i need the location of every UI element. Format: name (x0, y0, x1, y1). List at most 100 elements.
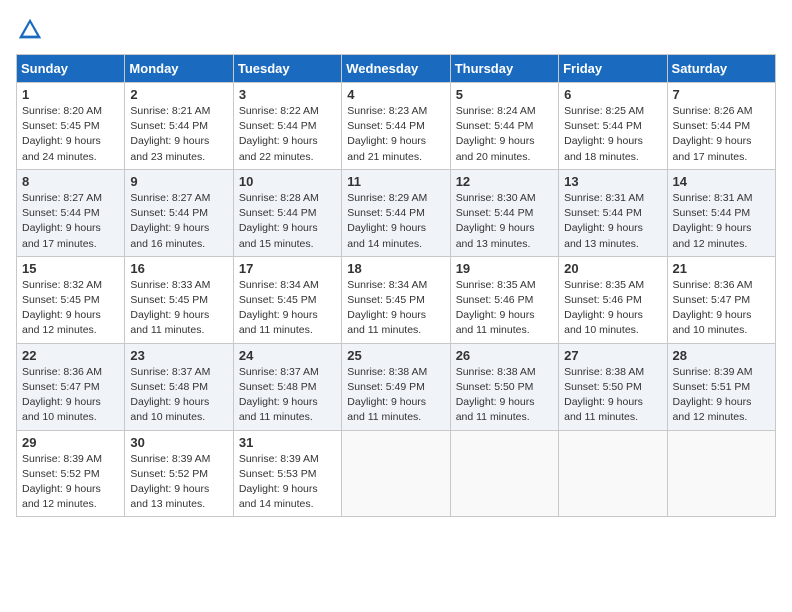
calendar-cell: 15 Sunrise: 8:32 AMSunset: 5:45 PMDayligh… (17, 256, 125, 343)
cell-info: Sunrise: 8:27 AMSunset: 5:44 PMDaylight:… (130, 192, 210, 250)
calendar-cell: 20 Sunrise: 8:35 AMSunset: 5:46 PMDayligh… (559, 256, 667, 343)
cell-info: Sunrise: 8:27 AMSunset: 5:44 PMDaylight:… (22, 192, 102, 250)
cell-info: Sunrise: 8:36 AMSunset: 5:47 PMDaylight:… (22, 366, 102, 424)
col-header-friday: Friday (559, 55, 667, 83)
day-number: 25 (347, 348, 444, 363)
cell-info: Sunrise: 8:31 AMSunset: 5:44 PMDaylight:… (564, 192, 644, 250)
day-number: 12 (456, 174, 553, 189)
cell-info: Sunrise: 8:34 AMSunset: 5:45 PMDaylight:… (239, 279, 319, 337)
day-number: 17 (239, 261, 336, 276)
col-header-wednesday: Wednesday (342, 55, 450, 83)
cell-info: Sunrise: 8:22 AMSunset: 5:44 PMDaylight:… (239, 105, 319, 163)
cell-info: Sunrise: 8:23 AMSunset: 5:44 PMDaylight:… (347, 105, 427, 163)
cell-info: Sunrise: 8:35 AMSunset: 5:46 PMDaylight:… (456, 279, 536, 337)
cell-info: Sunrise: 8:37 AMSunset: 5:48 PMDaylight:… (239, 366, 319, 424)
day-number: 20 (564, 261, 661, 276)
calendar-cell: 16 Sunrise: 8:33 AMSunset: 5:45 PMDayligh… (125, 256, 233, 343)
calendar-week-row: 1 Sunrise: 8:20 AMSunset: 5:45 PMDaylight… (17, 83, 776, 170)
calendar-cell: 31 Sunrise: 8:39 AMSunset: 5:53 PMDayligh… (233, 430, 341, 517)
day-number: 11 (347, 174, 444, 189)
day-number: 15 (22, 261, 119, 276)
cell-info: Sunrise: 8:38 AMSunset: 5:49 PMDaylight:… (347, 366, 427, 424)
cell-info: Sunrise: 8:33 AMSunset: 5:45 PMDaylight:… (130, 279, 210, 337)
calendar-cell: 23 Sunrise: 8:37 AMSunset: 5:48 PMDayligh… (125, 343, 233, 430)
calendar-header-row: SundayMondayTuesdayWednesdayThursdayFrid… (17, 55, 776, 83)
day-number: 23 (130, 348, 227, 363)
calendar-cell: 4 Sunrise: 8:23 AMSunset: 5:44 PMDaylight… (342, 83, 450, 170)
cell-info: Sunrise: 8:21 AMSunset: 5:44 PMDaylight:… (130, 105, 210, 163)
calendar-cell: 26 Sunrise: 8:38 AMSunset: 5:50 PMDayligh… (450, 343, 558, 430)
col-header-thursday: Thursday (450, 55, 558, 83)
cell-info: Sunrise: 8:38 AMSunset: 5:50 PMDaylight:… (456, 366, 536, 424)
calendar-cell: 27 Sunrise: 8:38 AMSunset: 5:50 PMDayligh… (559, 343, 667, 430)
calendar-cell: 10Sunrise: 8:28 AMSunset: 5:44 PMDayligh… (233, 169, 341, 256)
calendar-week-row: 8 Sunrise: 8:27 AMSunset: 5:44 PMDaylight… (17, 169, 776, 256)
cell-info: Sunrise: 8:20 AMSunset: 5:45 PMDaylight:… (22, 105, 102, 163)
calendar-cell: 13 Sunrise: 8:31 AMSunset: 5:44 PMDayligh… (559, 169, 667, 256)
cell-info: Sunrise: 8:26 AMSunset: 5:44 PMDaylight:… (673, 105, 753, 163)
day-number: 30 (130, 435, 227, 450)
day-number: 24 (239, 348, 336, 363)
day-number: 26 (456, 348, 553, 363)
calendar-week-row: 22 Sunrise: 8:36 AMSunset: 5:47 PMDayligh… (17, 343, 776, 430)
col-header-saturday: Saturday (667, 55, 775, 83)
day-number: 13 (564, 174, 661, 189)
cell-info: Sunrise: 8:39 AMSunset: 5:52 PMDaylight:… (130, 453, 210, 511)
cell-info: Sunrise: 8:25 AMSunset: 5:44 PMDaylight:… (564, 105, 644, 163)
calendar-cell: 22 Sunrise: 8:36 AMSunset: 5:47 PMDayligh… (17, 343, 125, 430)
calendar-cell: 12 Sunrise: 8:30 AMSunset: 5:44 PMDayligh… (450, 169, 558, 256)
calendar-cell (450, 430, 558, 517)
calendar-cell: 1 Sunrise: 8:20 AMSunset: 5:45 PMDaylight… (17, 83, 125, 170)
calendar-cell: 5Sunrise: 8:24 AMSunset: 5:44 PMDaylight… (450, 83, 558, 170)
day-number: 8 (22, 174, 119, 189)
calendar-cell: 11 Sunrise: 8:29 AMSunset: 5:44 PMDayligh… (342, 169, 450, 256)
col-header-monday: Monday (125, 55, 233, 83)
calendar-cell: 8 Sunrise: 8:27 AMSunset: 5:44 PMDaylight… (17, 169, 125, 256)
day-number: 19 (456, 261, 553, 276)
day-number: 22 (22, 348, 119, 363)
day-number: 31 (239, 435, 336, 450)
day-number: 4 (347, 87, 444, 102)
day-number: 9 (130, 174, 227, 189)
cell-info: Sunrise: 8:31 AMSunset: 5:44 PMDaylight:… (673, 192, 753, 250)
day-number: 10 (239, 174, 336, 189)
calendar-week-row: 15 Sunrise: 8:32 AMSunset: 5:45 PMDayligh… (17, 256, 776, 343)
day-number: 2 (130, 87, 227, 102)
calendar-cell (667, 430, 775, 517)
calendar-cell (559, 430, 667, 517)
calendar-cell: 21 Sunrise: 8:36 AMSunset: 5:47 PMDayligh… (667, 256, 775, 343)
calendar-cell: 24 Sunrise: 8:37 AMSunset: 5:48 PMDayligh… (233, 343, 341, 430)
calendar-table: SundayMondayTuesdayWednesdayThursdayFrid… (16, 54, 776, 517)
calendar-cell: 3 Sunrise: 8:22 AMSunset: 5:44 PMDaylight… (233, 83, 341, 170)
calendar-cell (342, 430, 450, 517)
logo (16, 16, 50, 44)
calendar-cell: 30 Sunrise: 8:39 AMSunset: 5:52 PMDayligh… (125, 430, 233, 517)
cell-info: Sunrise: 8:36 AMSunset: 5:47 PMDaylight:… (673, 279, 753, 337)
cell-info: Sunrise: 8:39 AMSunset: 5:51 PMDaylight:… (673, 366, 753, 424)
day-number: 21 (673, 261, 770, 276)
cell-info: Sunrise: 8:39 AMSunset: 5:53 PMDaylight:… (239, 453, 319, 511)
calendar-cell: 9 Sunrise: 8:27 AMSunset: 5:44 PMDaylight… (125, 169, 233, 256)
calendar-cell: 14Sunrise: 8:31 AMSunset: 5:44 PMDayligh… (667, 169, 775, 256)
cell-info: Sunrise: 8:29 AMSunset: 5:44 PMDaylight:… (347, 192, 427, 250)
day-number: 3 (239, 87, 336, 102)
calendar-cell: 17 Sunrise: 8:34 AMSunset: 5:45 PMDayligh… (233, 256, 341, 343)
calendar-cell: 18Sunrise: 8:34 AMSunset: 5:45 PMDayligh… (342, 256, 450, 343)
cell-info: Sunrise: 8:32 AMSunset: 5:45 PMDaylight:… (22, 279, 102, 337)
cell-info: Sunrise: 8:37 AMSunset: 5:48 PMDaylight:… (130, 366, 210, 424)
cell-info: Sunrise: 8:38 AMSunset: 5:50 PMDaylight:… (564, 366, 644, 424)
cell-info: Sunrise: 8:35 AMSunset: 5:46 PMDaylight:… (564, 279, 644, 337)
calendar-cell: 2 Sunrise: 8:21 AMSunset: 5:44 PMDaylight… (125, 83, 233, 170)
cell-info: Sunrise: 8:39 AMSunset: 5:52 PMDaylight:… (22, 453, 102, 511)
calendar-cell: 28Sunrise: 8:39 AMSunset: 5:51 PMDayligh… (667, 343, 775, 430)
calendar-cell: 29 Sunrise: 8:39 AMSunset: 5:52 PMDayligh… (17, 430, 125, 517)
cell-info: Sunrise: 8:30 AMSunset: 5:44 PMDaylight:… (456, 192, 536, 250)
day-number: 1 (22, 87, 119, 102)
calendar-cell: 25 Sunrise: 8:38 AMSunset: 5:49 PMDayligh… (342, 343, 450, 430)
day-number: 27 (564, 348, 661, 363)
calendar-cell: 19 Sunrise: 8:35 AMSunset: 5:46 PMDayligh… (450, 256, 558, 343)
day-number: 16 (130, 261, 227, 276)
calendar-cell: 7Sunrise: 8:26 AMSunset: 5:44 PMDaylight… (667, 83, 775, 170)
day-number: 29 (22, 435, 119, 450)
cell-info: Sunrise: 8:24 AMSunset: 5:44 PMDaylight:… (456, 105, 536, 163)
